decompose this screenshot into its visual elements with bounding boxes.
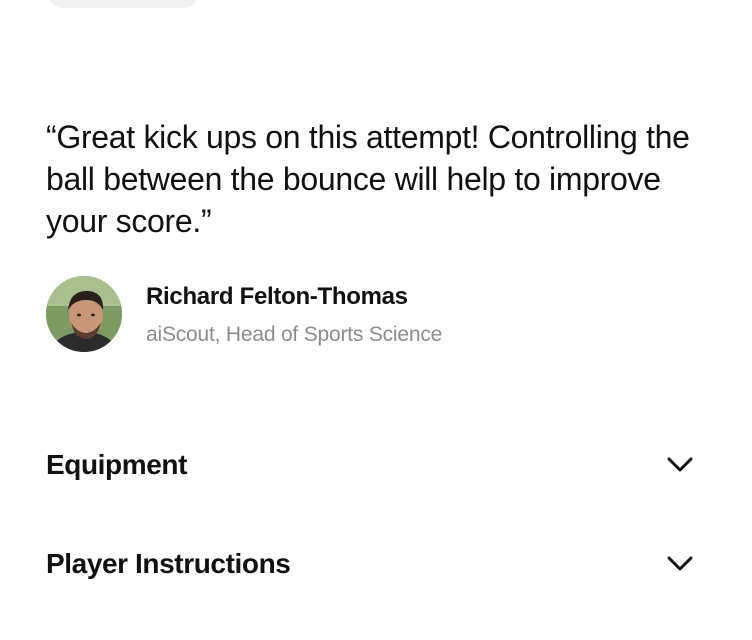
testimonial-quote: “Great kick ups on this attempt! Control… [46, 119, 690, 239]
accordion-player-instructions-label: Player Instructions [46, 548, 291, 579]
avatar [46, 276, 122, 352]
top-pill-button[interactable] [48, 0, 198, 8]
author-role: aiScout, Head of Sports Science [146, 323, 443, 346]
chevron-down-icon[interactable] [666, 551, 694, 575]
accordion-equipment[interactable]: Equipment [46, 442, 696, 486]
author-name: Richard Felton-Thomas [146, 283, 408, 310]
accordion-equipment-label: Equipment [46, 449, 188, 480]
testimonial-author: Richard Felton-Thomas aiScout, Head of S… [46, 276, 706, 356]
accordion-player-instructions[interactable]: Player Instructions [46, 541, 696, 585]
chevron-down-icon[interactable] [666, 452, 694, 476]
avatar-photo [46, 276, 122, 352]
